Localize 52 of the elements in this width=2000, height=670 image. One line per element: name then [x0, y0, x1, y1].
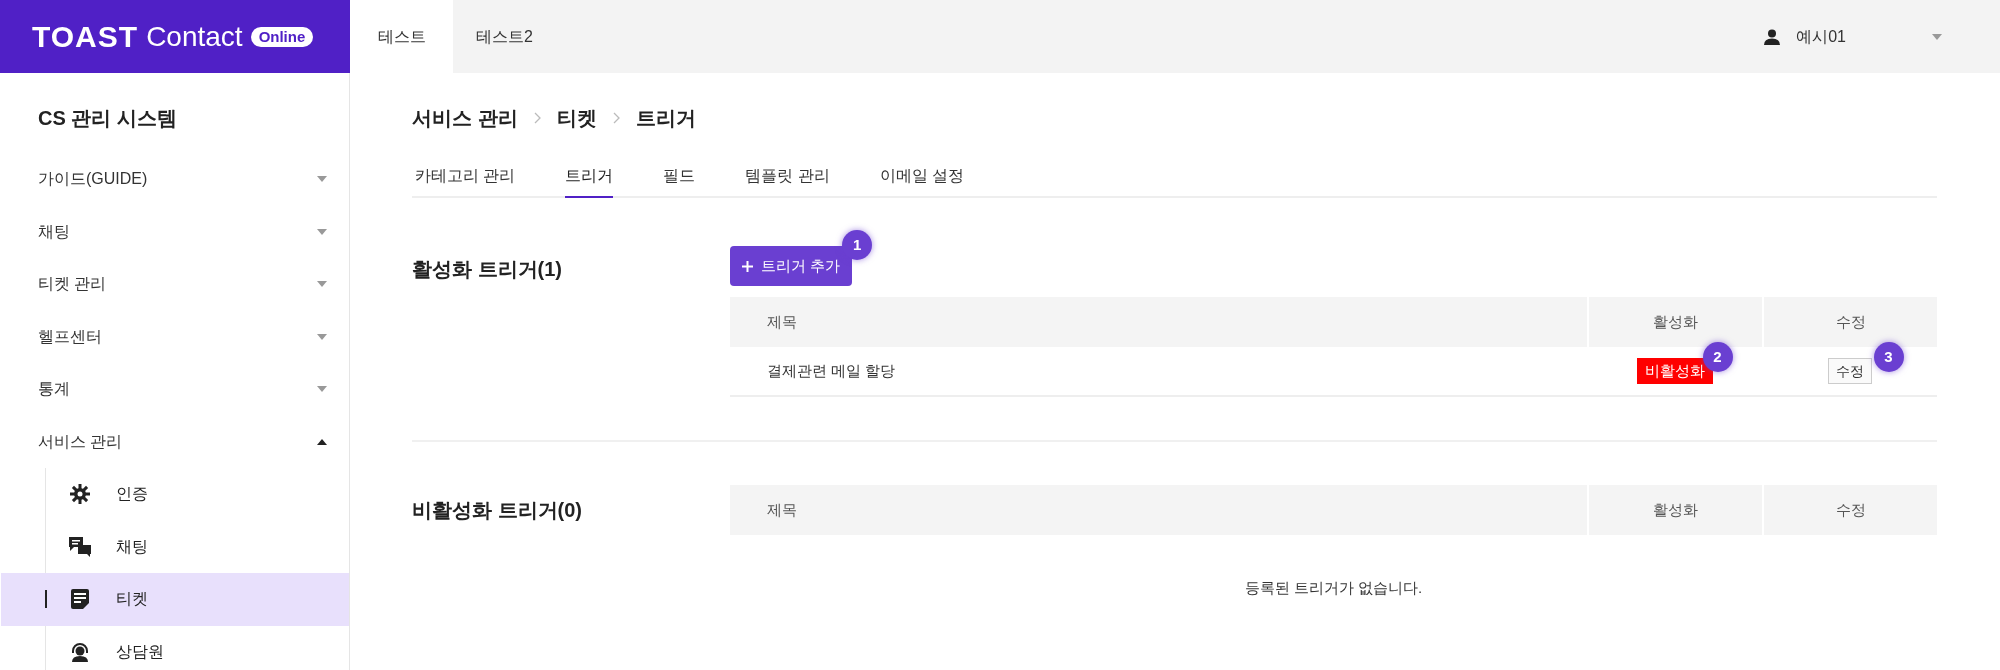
sidebar-item[interactable]: 헬프센터	[0, 310, 349, 363]
plus-icon	[742, 260, 753, 272]
chat-bubbles-icon	[69, 536, 91, 557]
top-tab[interactable]: 테스트	[350, 0, 453, 73]
tab[interactable]: 템플릿 관리	[745, 156, 830, 198]
column-header: 제목	[766, 311, 798, 332]
tab[interactable]: 트리거	[565, 156, 614, 198]
edit-button[interactable]: 수정	[1827, 358, 1872, 384]
add-trigger-button[interactable]: 트리거 추가	[730, 246, 853, 286]
breadcrumb-item[interactable]: 서비스 관리	[412, 103, 518, 133]
logo-product: Contact	[146, 19, 243, 54]
sidebar-item[interactable]: 서비스 관리	[0, 415, 349, 468]
caret-down-icon	[317, 281, 327, 288]
column-header: 활성화	[1587, 485, 1762, 535]
logo-brand: TOAST	[32, 19, 139, 55]
breadcrumb-item: 트리거	[635, 106, 696, 131]
caret-up-icon	[317, 438, 327, 445]
empty-message: 등록된 트리거가 없습니다.	[1243, 578, 1424, 598]
tab[interactable]: 필드	[663, 156, 696, 198]
number-marker: 3	[1873, 342, 1904, 372]
caret-down-icon	[317, 333, 327, 340]
table-cell-text: 결제관련 메일 할당	[766, 360, 897, 381]
document-icon	[71, 589, 89, 610]
caret-down-icon	[317, 228, 327, 235]
chevron-right-icon	[533, 112, 541, 124]
number-marker: 1	[842, 230, 873, 260]
sidebar-item[interactable]: 채팅	[0, 205, 349, 258]
column-header: 수정	[1762, 485, 1937, 535]
tab[interactable]: 이메일 설정	[879, 156, 965, 198]
sidebar-subitem[interactable]: 채팅	[1, 520, 349, 573]
sidebar-item[interactable]: 티켓 관리	[0, 258, 349, 311]
sidebar-item[interactable]: 통계	[0, 363, 349, 416]
caret-down-icon	[317, 386, 327, 393]
logo-badge: Online	[250, 26, 314, 47]
caret-down-icon	[317, 176, 327, 183]
chevron-right-icon	[612, 112, 620, 124]
sidebar-subitem[interactable]: 인증	[1, 468, 349, 521]
caret-down-icon	[1932, 33, 1942, 40]
headset-person-icon	[70, 641, 90, 662]
sidebar-title: CS 관리 시스템	[37, 106, 178, 131]
sidebar-subitem[interactable]: 티켓	[1, 573, 349, 626]
breadcrumb-item[interactable]: 티켓	[556, 103, 597, 133]
sidebar-subitem[interactable]: 상담원	[1, 625, 349, 670]
user-icon	[1764, 28, 1781, 45]
section-title: 활성화 트리거(1)	[412, 257, 563, 282]
column-header: 제목	[766, 499, 798, 520]
deactivate-button[interactable]: 비활성화	[1636, 358, 1713, 384]
section-title: 비활성화 트리거(0)	[412, 498, 583, 523]
sidebar-item[interactable]: 가이드(GUIDE)	[0, 153, 349, 206]
user-menu[interactable]: 예시01	[1764, 0, 2000, 73]
gear-icon	[70, 484, 90, 505]
tab[interactable]: 카테고리 관리	[415, 156, 516, 198]
